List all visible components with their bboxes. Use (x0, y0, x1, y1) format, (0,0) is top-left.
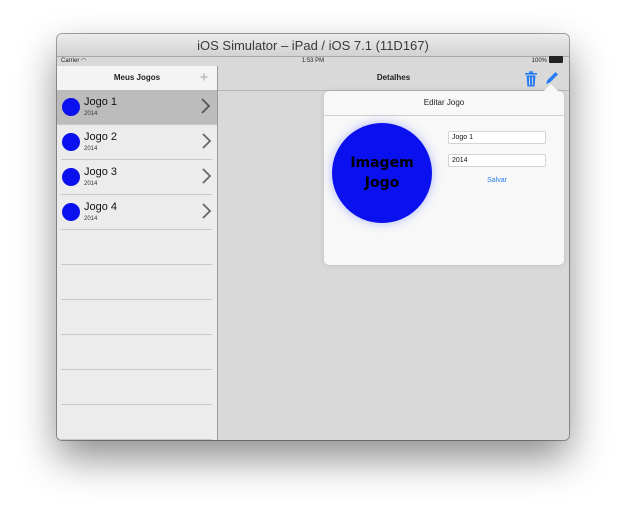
game-year: 2014 (84, 181, 98, 187)
game-thumbnail (62, 133, 80, 151)
chevron-right-icon (201, 98, 211, 114)
game-thumbnail (62, 203, 80, 221)
detail-navbar: Detalhes (218, 66, 569, 91)
game-year: 2014 (84, 111, 98, 117)
save-button[interactable]: Salvar (448, 177, 546, 184)
empty-row (61, 265, 212, 300)
game-thumbnail (62, 168, 80, 186)
status-bar: Carrier ◠ 1:53 PM 100% (57, 56, 569, 66)
chevron-right-icon (202, 203, 212, 219)
simulator-window: iOS Simulator – iPad / iOS 7.1 (11D167) … (57, 34, 569, 440)
add-game-button[interactable]: + (197, 69, 211, 87)
battery-indicator: 100% (532, 56, 563, 66)
list-item-jogo-3[interactable]: Jogo 3 2014 (61, 160, 212, 195)
plus-icon: + (199, 69, 209, 86)
status-time: 1:53 PM (301, 58, 325, 64)
chevron-right-icon (202, 133, 212, 149)
empty-row (61, 405, 212, 440)
window-title: iOS Simulator – iPad / iOS 7.1 (11D167) (197, 38, 429, 53)
list-item-jogo-2[interactable]: Jogo 2 2014 (61, 125, 212, 160)
game-thumbnail (62, 98, 80, 116)
trash-icon[interactable] (524, 71, 538, 87)
empty-row (61, 230, 212, 265)
window-titlebar: iOS Simulator – iPad / iOS 7.1 (11D167) (57, 34, 569, 57)
game-year: 2014 (84, 216, 98, 222)
master-navbar: Meus Jogos + (57, 66, 217, 91)
list-item-jogo-4[interactable]: Jogo 4 2014 (61, 195, 212, 230)
empty-row (61, 300, 212, 335)
battery-icon (549, 56, 563, 63)
image-label: Imagem Jogo (350, 155, 414, 191)
game-name: Jogo 2 (84, 131, 118, 143)
game-name: Jogo 4 (84, 201, 118, 213)
game-image-button[interactable]: Imagem Jogo (332, 123, 432, 223)
game-name: Jogo 1 (84, 96, 118, 108)
master-pane: Meus Jogos + Jogo 1 2014 Jogo 2 2014 Jog… (57, 66, 218, 440)
detail-title: Detalhes (376, 73, 411, 82)
detail-pane: Detalhes Editar Jogo Imagem Jogo S (218, 66, 569, 440)
list-item-jogo-1[interactable]: Jogo 1 2014 (57, 90, 217, 125)
master-title: Meus Jogos (113, 73, 161, 82)
popover-arrow (544, 84, 558, 91)
battery-percent: 100% (531, 58, 547, 64)
empty-row (61, 370, 212, 405)
game-year: 2014 (84, 146, 98, 152)
game-list: Jogo 1 2014 Jogo 2 2014 Jogo 3 2014 Jogo… (57, 90, 217, 440)
edit-game-popover: Editar Jogo Imagem Jogo Salvar (324, 84, 564, 265)
chevron-right-icon (202, 168, 212, 184)
empty-row (61, 335, 212, 370)
game-name-field[interactable] (448, 131, 546, 144)
game-name: Jogo 3 (84, 166, 118, 178)
popover-title: Editar Jogo (324, 91, 564, 116)
game-year-field[interactable] (448, 154, 546, 167)
